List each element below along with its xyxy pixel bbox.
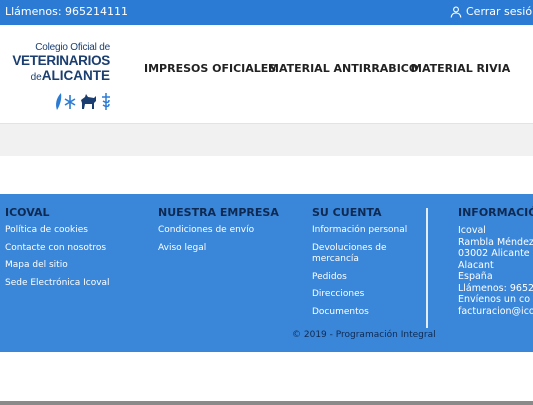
footer-heading-empresa: NUESTRA EMPRESA [158, 206, 279, 219]
logo-line-1: Colegio Oficial de [35, 42, 110, 53]
logo-city: ALICANTE [41, 67, 110, 83]
bottom-strip [0, 401, 533, 405]
logo-line-3: deALICANTE [4, 67, 110, 83]
info-line: Icoval [458, 225, 486, 236]
footer-column-informacion: INFORMACIÓN Icoval Rambla Méndez 03002 A… [458, 206, 533, 317]
footer-column-empresa: NUESTRA EMPRESA Condiciones de envío Avi… [158, 206, 298, 260]
footer-link-envio[interactable]: Condiciones de envío [158, 225, 298, 237]
nav-impresos-oficiales[interactable]: IMPRESOS OFICIALES [144, 62, 276, 75]
logo-animals-icon [56, 93, 110, 110]
logo-line-2: VETERINARIOS [12, 53, 110, 68]
copyright[interactable]: © 2019 - Programación Integral [292, 330, 436, 340]
footer-link-info-personal[interactable]: Información personal [312, 225, 412, 237]
info-email[interactable]: facturacion@ico [458, 306, 533, 318]
info-line: 03002 Alicante [458, 248, 530, 259]
info-line: Rambla Méndez [458, 236, 533, 248]
footer-link-aviso-legal[interactable]: Aviso legal [158, 243, 298, 255]
site-logo[interactable]: Colegio Oficial de VETERINARIOS deALICAN… [4, 42, 110, 110]
logout-label[interactable]: Cerrar sesión [466, 5, 533, 18]
footer-link-pedidos[interactable]: Pedidos [312, 272, 412, 284]
nav-material-rivia[interactable]: MATERIAL RIVIA [411, 62, 510, 75]
phone-number: Llámenos: 965214111 [5, 5, 129, 18]
user-icon [450, 6, 462, 18]
footer-link-sitemap[interactable]: Mapa del sitio [5, 260, 145, 272]
logo-line-3-prefix: de [30, 71, 42, 83]
footer-link-contact[interactable]: Contacte con nosotros [5, 243, 145, 255]
footer-link-devoluciones[interactable]: Devoluciones de mercancía [312, 243, 412, 266]
footer-link-direcciones[interactable]: Direcciones [312, 289, 412, 301]
footer-link-cookies[interactable]: Política de cookies [5, 225, 145, 237]
footer-heading-icoval: ICOVAL [5, 206, 50, 219]
site-header: Colegio Oficial de VETERINARIOS deALICAN… [0, 25, 533, 124]
footer-divider [426, 208, 428, 328]
logout-link[interactable]: Cerrar sesión [450, 5, 533, 18]
content-band [0, 124, 533, 156]
info-line: Llámenos: 9652 [458, 282, 533, 294]
footer-heading-informacion: INFORMACIÓN [458, 206, 533, 219]
site-footer: ICOVAL Política de cookies Contacte con … [0, 194, 533, 352]
info-line: Envíenos un co [458, 294, 531, 305]
info-line: Alacant [458, 259, 494, 271]
footer-link-documentos[interactable]: Documentos [312, 307, 412, 319]
nav-material-antirrabico[interactable]: MATERIAL ANTIRRABICO [268, 62, 418, 75]
footer-column-icoval: ICOVAL Política de cookies Contacte con … [5, 206, 145, 295]
footer-link-sede[interactable]: Sede Electrónica Icoval [5, 278, 145, 290]
info-line: España [458, 271, 493, 282]
footer-heading-cuenta: SU CUENTA [312, 206, 382, 219]
footer-column-cuenta: SU CUENTA Información personal Devolucio… [312, 206, 412, 324]
top-bar: Llámenos: 965214111 Cerrar sesión [0, 0, 533, 25]
